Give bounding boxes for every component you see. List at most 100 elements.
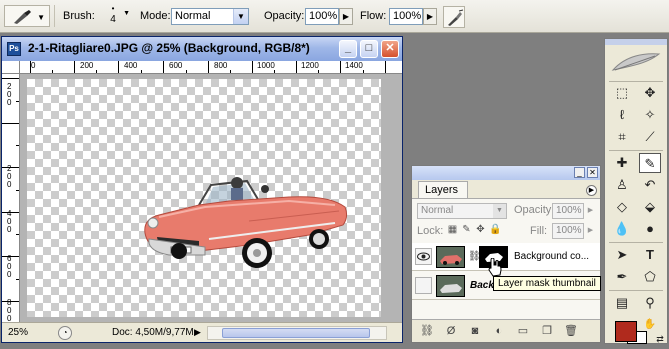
magic-wand-icon[interactable]: ✧	[639, 105, 661, 125]
new-group-icon[interactable]: ▭	[516, 324, 530, 338]
notes-tool-icon[interactable]: ▤	[611, 293, 633, 313]
maximize-button[interactable]: □	[360, 40, 378, 58]
tool-preset-picker[interactable]: ▼	[4, 5, 50, 27]
scrollbar-thumb[interactable]	[222, 328, 370, 338]
panel-menu-icon[interactable]: ▶	[586, 185, 597, 196]
lasso-tool-icon[interactable]: ℓ	[611, 105, 633, 125]
panel-titlebar[interactable]: _ ✕	[412, 166, 600, 180]
healing-brush-icon[interactable]: ✚	[611, 153, 633, 173]
blend-mode-value: Normal	[421, 205, 454, 216]
opacity-label: Opacity:	[264, 10, 305, 22]
panel-minimize-button[interactable]: _	[574, 167, 585, 178]
panel-close-button[interactable]: ✕	[587, 167, 598, 178]
layer-row[interactable]: ⛓ Background co...	[412, 243, 600, 271]
layers-footer: ⛓ Ø ◙ ◐ ▭ ❐ 🗑	[412, 319, 600, 342]
airbrush-toggle[interactable]	[443, 6, 465, 28]
separator	[609, 81, 663, 82]
chevron-down-icon[interactable]: ▼	[493, 204, 506, 218]
eraser-tool-icon[interactable]: ◇	[611, 197, 633, 217]
horizontal-ruler[interactable]: 0 200 400 600 800 1000 1200 1400	[20, 61, 402, 74]
document-window: Ps 2-1-Ritagliare0.JPG @ 25% (Background…	[1, 36, 403, 343]
tab-layers[interactable]: Layers	[418, 181, 468, 198]
new-layer-icon[interactable]: ❐	[540, 324, 554, 338]
add-mask-icon[interactable]: ◙	[468, 324, 482, 338]
move-tool-icon[interactable]: ✥	[639, 83, 661, 103]
toolbox: ⬚ ✥ ℓ ✧ ⌗ ⟋ ✚ ✎ ♙ ↶ ◇ ⬙ 💧 ● ➤ T ✒ ⬠ ▤ ⚲ …	[604, 38, 668, 344]
paint-bucket-icon[interactable]: ⬙	[639, 197, 661, 217]
ruler-origin[interactable]	[2, 61, 20, 74]
opacity-input[interactable]: 100%	[305, 8, 339, 25]
marquee-tool-icon[interactable]: ⬚	[611, 83, 633, 103]
lock-all-icon[interactable]: 🔒	[489, 224, 501, 235]
zoom-level[interactable]: 25%	[8, 327, 28, 338]
adjustment-layer-icon[interactable]: ◐	[492, 324, 506, 338]
layer-thumbnail[interactable]	[436, 275, 465, 297]
flow-slider-button[interactable]: ▶	[423, 8, 437, 25]
options-bar: ▼ Brush: • 4 ▼ Mode: Normal ▼ Opacity: 1…	[0, 0, 669, 33]
blend-mode-select[interactable]: Normal ▼	[417, 203, 507, 219]
foreground-color-swatch[interactable]	[615, 321, 637, 342]
mode-value: Normal	[175, 10, 211, 22]
separator	[609, 290, 663, 291]
lock-label: Lock:	[417, 225, 444, 237]
history-brush-icon[interactable]: ↶	[639, 175, 661, 195]
photoshop-icon: Ps	[7, 42, 21, 56]
status-menu-arrow-icon[interactable]: ▶	[194, 327, 201, 338]
link-layers-icon[interactable]: ⛓	[420, 324, 434, 338]
status-bar: 25% ◔ Doc: 4,50M/9,77M ▶	[2, 322, 402, 342]
toolbox-titlebar[interactable]	[605, 39, 667, 45]
brush-label: Brush:	[63, 10, 95, 22]
fill-input[interactable]: 100% ▶	[552, 223, 593, 239]
fill-value: 100%	[556, 225, 582, 236]
trash-icon[interactable]: 🗑	[564, 324, 578, 338]
minimize-button[interactable]: _	[339, 40, 357, 58]
chevron-down-icon: ▼	[123, 10, 130, 17]
chevron-down-icon[interactable]: ▼	[233, 9, 248, 24]
mode-label: Mode:	[140, 10, 171, 22]
layer-thumbnail[interactable]	[436, 246, 465, 268]
car-image	[144, 177, 348, 268]
visibility-eye-icon[interactable]	[415, 248, 432, 265]
slice-tool-icon[interactable]: ⟋	[639, 127, 661, 147]
crop-tool-icon[interactable]: ⌗	[611, 127, 633, 147]
separator	[54, 5, 55, 27]
navigator-icon[interactable]: ◔	[58, 326, 72, 340]
brush-tool-icon[interactable]: ✎	[639, 153, 661, 173]
brush-picker[interactable]: • 4 ▼	[96, 4, 130, 28]
layer-opacity-input[interactable]: 100% ▶	[552, 203, 593, 219]
slider-arrow-icon[interactable]: ▶	[585, 204, 596, 218]
transparent-canvas[interactable]	[27, 79, 381, 317]
type-tool-icon[interactable]: T	[639, 245, 661, 265]
ruler-ticks	[30, 61, 386, 73]
pen-tool-icon[interactable]: ✒	[611, 267, 633, 287]
path-selection-icon[interactable]: ➤	[611, 245, 633, 265]
lock-image-icon[interactable]: ✎	[461, 224, 472, 235]
layer-name[interactable]: Background co...	[514, 251, 589, 262]
lock-transparency-icon[interactable]: ▦	[447, 224, 458, 235]
mode-select[interactable]: Normal ▼	[171, 8, 249, 25]
airbrush-icon	[448, 9, 464, 26]
flow-label: Flow:	[360, 10, 387, 22]
lock-position-icon[interactable]: ✥	[475, 224, 486, 235]
dodge-tool-icon[interactable]: ●	[639, 219, 661, 239]
layer-opacity-value: 100%	[556, 205, 582, 216]
visibility-toggle[interactable]	[415, 277, 432, 294]
eyedropper-icon[interactable]: ⚲	[639, 293, 661, 313]
vertical-ruler[interactable]: 2 0 0 2 0 0 4 0 0 6 0 0 8 0 0	[2, 74, 20, 324]
separator	[609, 150, 663, 151]
close-button[interactable]: ✕	[381, 40, 399, 58]
document-titlebar[interactable]: Ps 2-1-Ritagliare0.JPG @ 25% (Background…	[2, 37, 402, 61]
clone-stamp-icon[interactable]: ♙	[611, 175, 633, 195]
flow-input[interactable]: 100%	[389, 8, 423, 25]
shape-tool-icon[interactable]: ⬠	[639, 267, 661, 287]
canvas-area[interactable]	[20, 74, 402, 322]
swap-colors-icon[interactable]: ⇄	[649, 329, 669, 349]
horizontal-scrollbar[interactable]	[207, 326, 387, 340]
slider-arrow-icon[interactable]: ▶	[585, 224, 596, 238]
feather-logo-icon[interactable]	[609, 48, 663, 76]
fill-label: Fill:	[530, 225, 548, 237]
blur-tool-icon[interactable]: 💧	[611, 219, 633, 239]
layer-style-icon[interactable]: Ø	[444, 324, 458, 338]
opacity-slider-button[interactable]: ▶	[339, 8, 353, 25]
hand-cursor-icon	[488, 258, 502, 277]
